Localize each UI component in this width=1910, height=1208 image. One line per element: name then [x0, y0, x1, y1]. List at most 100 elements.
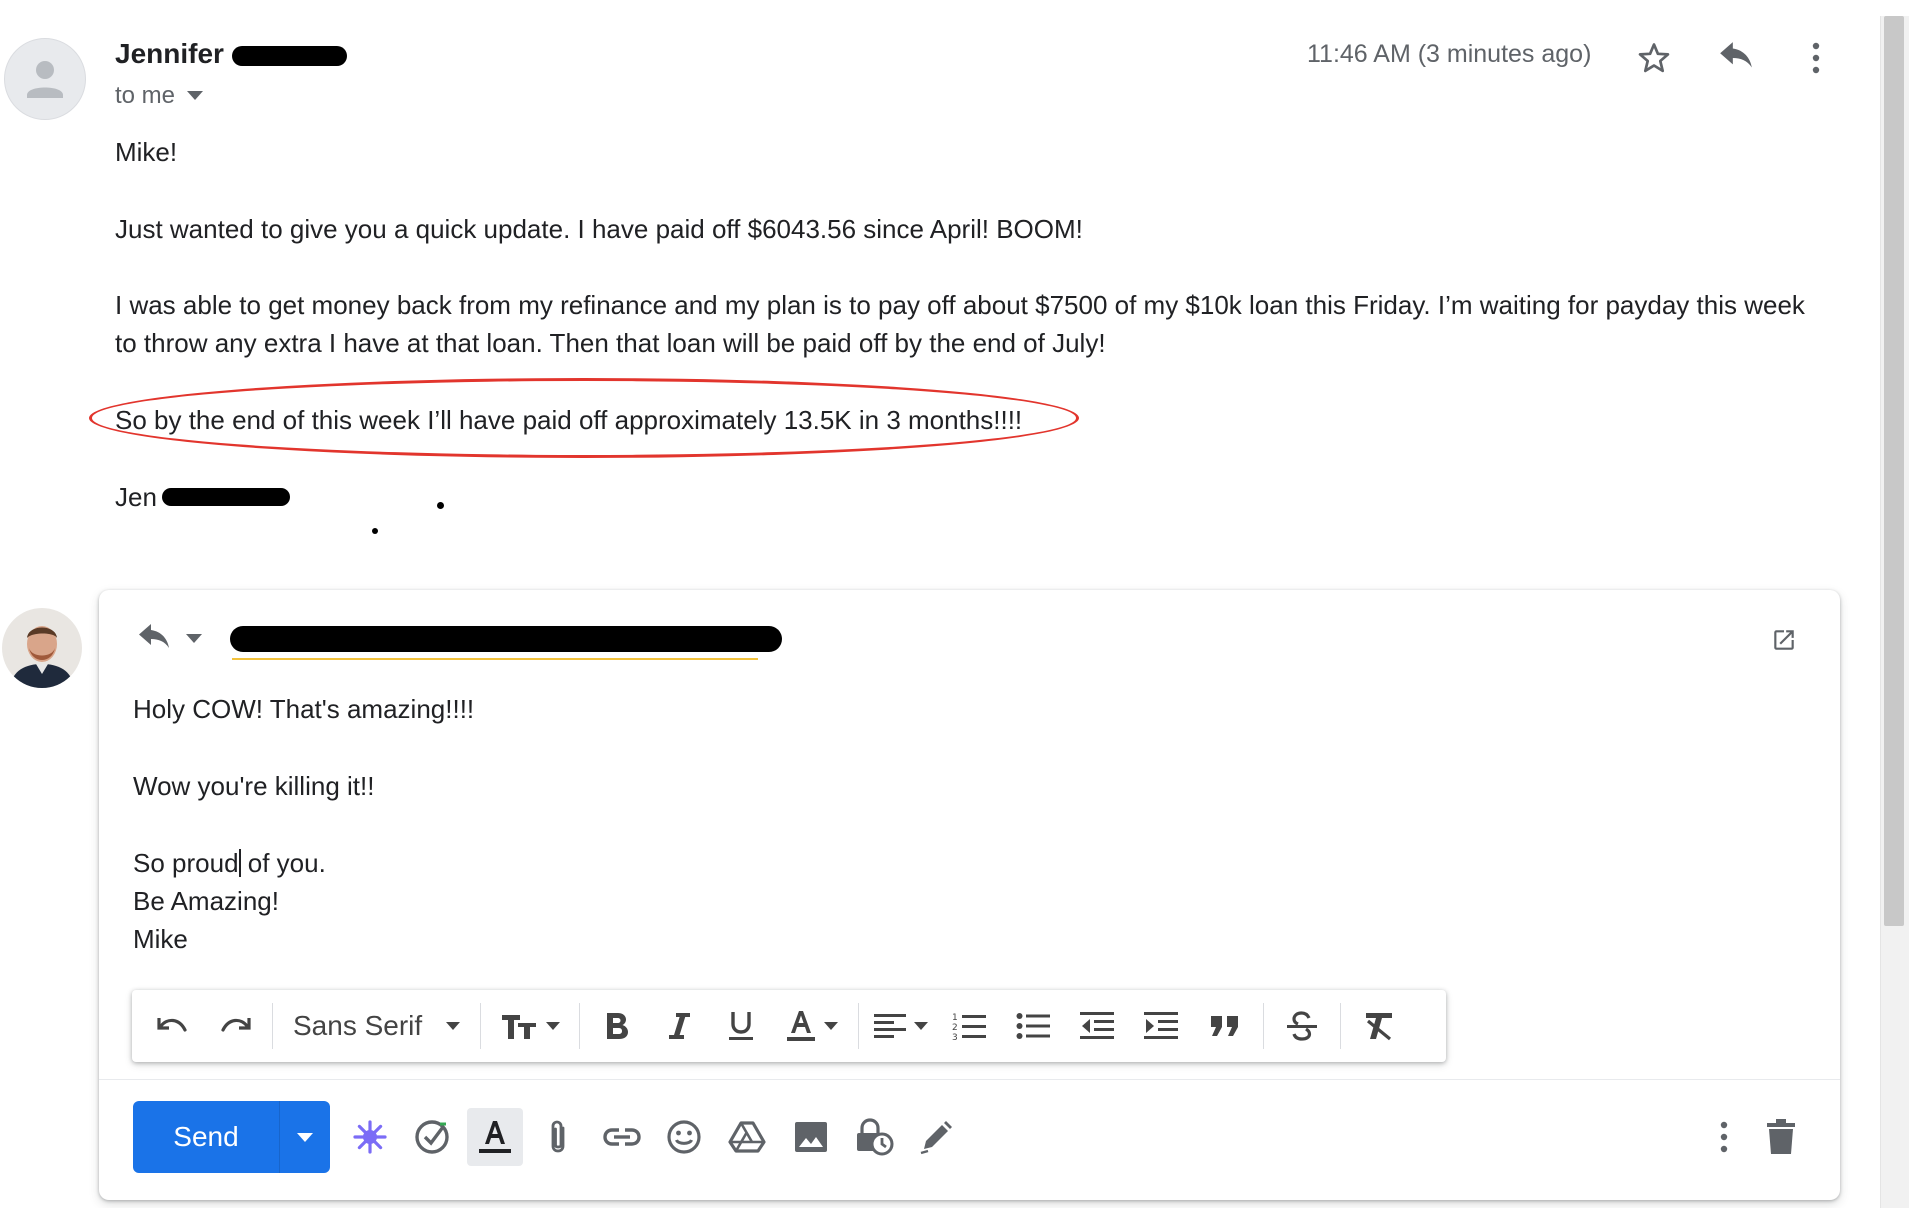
redo-button[interactable] [204, 998, 266, 1054]
bold-button[interactable] [586, 998, 648, 1054]
formatting-options-button[interactable] [467, 1108, 523, 1166]
font-family-label: Sans Serif [293, 1010, 423, 1041]
strikethrough-button[interactable] [1270, 998, 1334, 1054]
caret-down-icon [186, 634, 202, 643]
underline-icon [729, 1012, 754, 1040]
increase-indent-button[interactable] [1129, 998, 1193, 1054]
paperclip-icon [551, 1120, 565, 1153]
compose-divider [99, 1079, 1840, 1080]
pop-out-icon [1774, 630, 1794, 650]
pop-out-button[interactable] [1771, 627, 1797, 653]
indent-less-icon [1080, 1012, 1115, 1039]
star-icon [1638, 43, 1670, 73]
quote-button[interactable] [1193, 998, 1257, 1054]
message-signature: Jen [115, 482, 157, 512]
redacted-recipient[interactable] [230, 626, 782, 652]
remove-formatting-button[interactable] [1347, 998, 1411, 1054]
reply-line-3[interactable]: So proud of you. [133, 844, 326, 882]
reply-text-before-cursor: So proud [133, 848, 239, 878]
toolbar-separator [480, 1003, 482, 1049]
text-color-icon [787, 1011, 816, 1041]
extension-button[interactable] [342, 1108, 398, 1166]
insert-link-button[interactable] [594, 1108, 650, 1166]
scrollbar-thumb[interactable] [1884, 16, 1904, 926]
insert-photo-button[interactable] [783, 1108, 839, 1166]
bulleted-list-icon [1016, 1013, 1051, 1039]
sparkle-icon [353, 1120, 387, 1154]
underline-button[interactable] [710, 998, 772, 1054]
font-size-button[interactable] [487, 998, 573, 1054]
confidential-mode-button[interactable] [846, 1108, 902, 1166]
more-vert-icon [1720, 1121, 1728, 1153]
formatting-toolbar: Sans Serif 1 2 3 [132, 990, 1446, 1062]
send-button-group: Send [133, 1101, 330, 1173]
reply-text-after-cursor: of you. [240, 848, 326, 878]
text-size-icon [502, 1015, 537, 1039]
star-button[interactable] [1634, 38, 1674, 78]
discard-draft-button[interactable] [1753, 1108, 1809, 1166]
reply-line-5[interactable]: Mike [133, 920, 188, 958]
message-paragraph-2-line-1: I was able to get money back from my ref… [115, 290, 1805, 320]
message-paragraph-2-line-2: to throw any extra I have at that loan. … [115, 328, 1106, 358]
text-format-icon [479, 1121, 511, 1153]
reply-line-1[interactable]: Holy COW! That's amazing!!!! [133, 690, 474, 728]
insert-signature-button[interactable] [908, 1108, 964, 1166]
svg-text:3: 3 [952, 1033, 958, 1041]
user-avatar[interactable] [2, 608, 82, 688]
insert-emoji-button[interactable] [656, 1108, 712, 1166]
bulleted-list-button[interactable] [1001, 998, 1065, 1054]
align-left-icon [874, 1014, 907, 1038]
sender-name[interactable]: Jennifer [115, 38, 224, 70]
person-icon [27, 61, 63, 98]
reply-line-2[interactable]: Wow you're killing it!! [133, 767, 374, 805]
toolbar-separator [858, 1003, 860, 1049]
message-greeting: Mike! [115, 137, 178, 167]
stray-dot [437, 502, 444, 509]
italic-button[interactable] [648, 998, 710, 1054]
photo-icon [795, 1122, 827, 1152]
check-extension-button[interactable] [404, 1108, 460, 1166]
more-compose-options-button[interactable] [1696, 1108, 1752, 1166]
caret-down-icon [446, 1022, 461, 1030]
numbered-list-button[interactable]: 1 2 3 [937, 998, 1001, 1054]
more-vert-icon [1812, 42, 1820, 74]
undo-icon [157, 1018, 187, 1032]
send-button[interactable]: Send [133, 1101, 279, 1173]
attach-file-button[interactable] [530, 1108, 586, 1166]
undo-button[interactable] [142, 998, 204, 1054]
emoji-icon [667, 1120, 701, 1154]
message-paragraph-1: Just wanted to give you a quick update. … [115, 214, 1083, 244]
schedule-send-button[interactable] [279, 1101, 330, 1173]
reply-type-menu[interactable] [136, 624, 202, 654]
caret-down-icon [546, 1022, 561, 1030]
pen-icon [920, 1121, 952, 1155]
check-circle-icon [415, 1120, 449, 1154]
indent-more-icon [1144, 1012, 1179, 1039]
numbered-list-icon: 1 2 3 [952, 1013, 987, 1041]
text-color-button[interactable] [772, 998, 852, 1054]
reply-line-4[interactable]: Be Amazing! [133, 882, 279, 920]
link-icon [603, 1128, 641, 1146]
drive-icon [728, 1121, 766, 1153]
svg-text:2: 2 [952, 1023, 958, 1033]
sender-avatar[interactable] [4, 38, 86, 120]
font-family-select[interactable]: Sans Serif [279, 998, 474, 1054]
reply-icon [139, 624, 169, 648]
svg-text:1: 1 [952, 1013, 958, 1023]
caret-down-icon [824, 1022, 839, 1030]
insert-drive-file-button[interactable] [719, 1108, 775, 1166]
recipient-details[interactable]: to me [115, 82, 204, 110]
lock-clock-icon [857, 1118, 894, 1156]
strikethrough-icon [1287, 1011, 1318, 1041]
align-button[interactable] [865, 998, 937, 1054]
message-timestamp: 11:46 AM (3 minutes ago) [1307, 40, 1592, 68]
bold-icon [607, 1013, 629, 1039]
redacted-signature [162, 488, 290, 506]
user-photo-icon [2, 608, 82, 688]
decrease-indent-button[interactable] [1065, 998, 1129, 1054]
italic-icon [669, 1013, 691, 1039]
trash-icon [1767, 1119, 1795, 1154]
reply-button[interactable] [1716, 38, 1756, 78]
toolbar-separator [579, 1003, 581, 1049]
more-options-button[interactable] [1796, 38, 1836, 78]
